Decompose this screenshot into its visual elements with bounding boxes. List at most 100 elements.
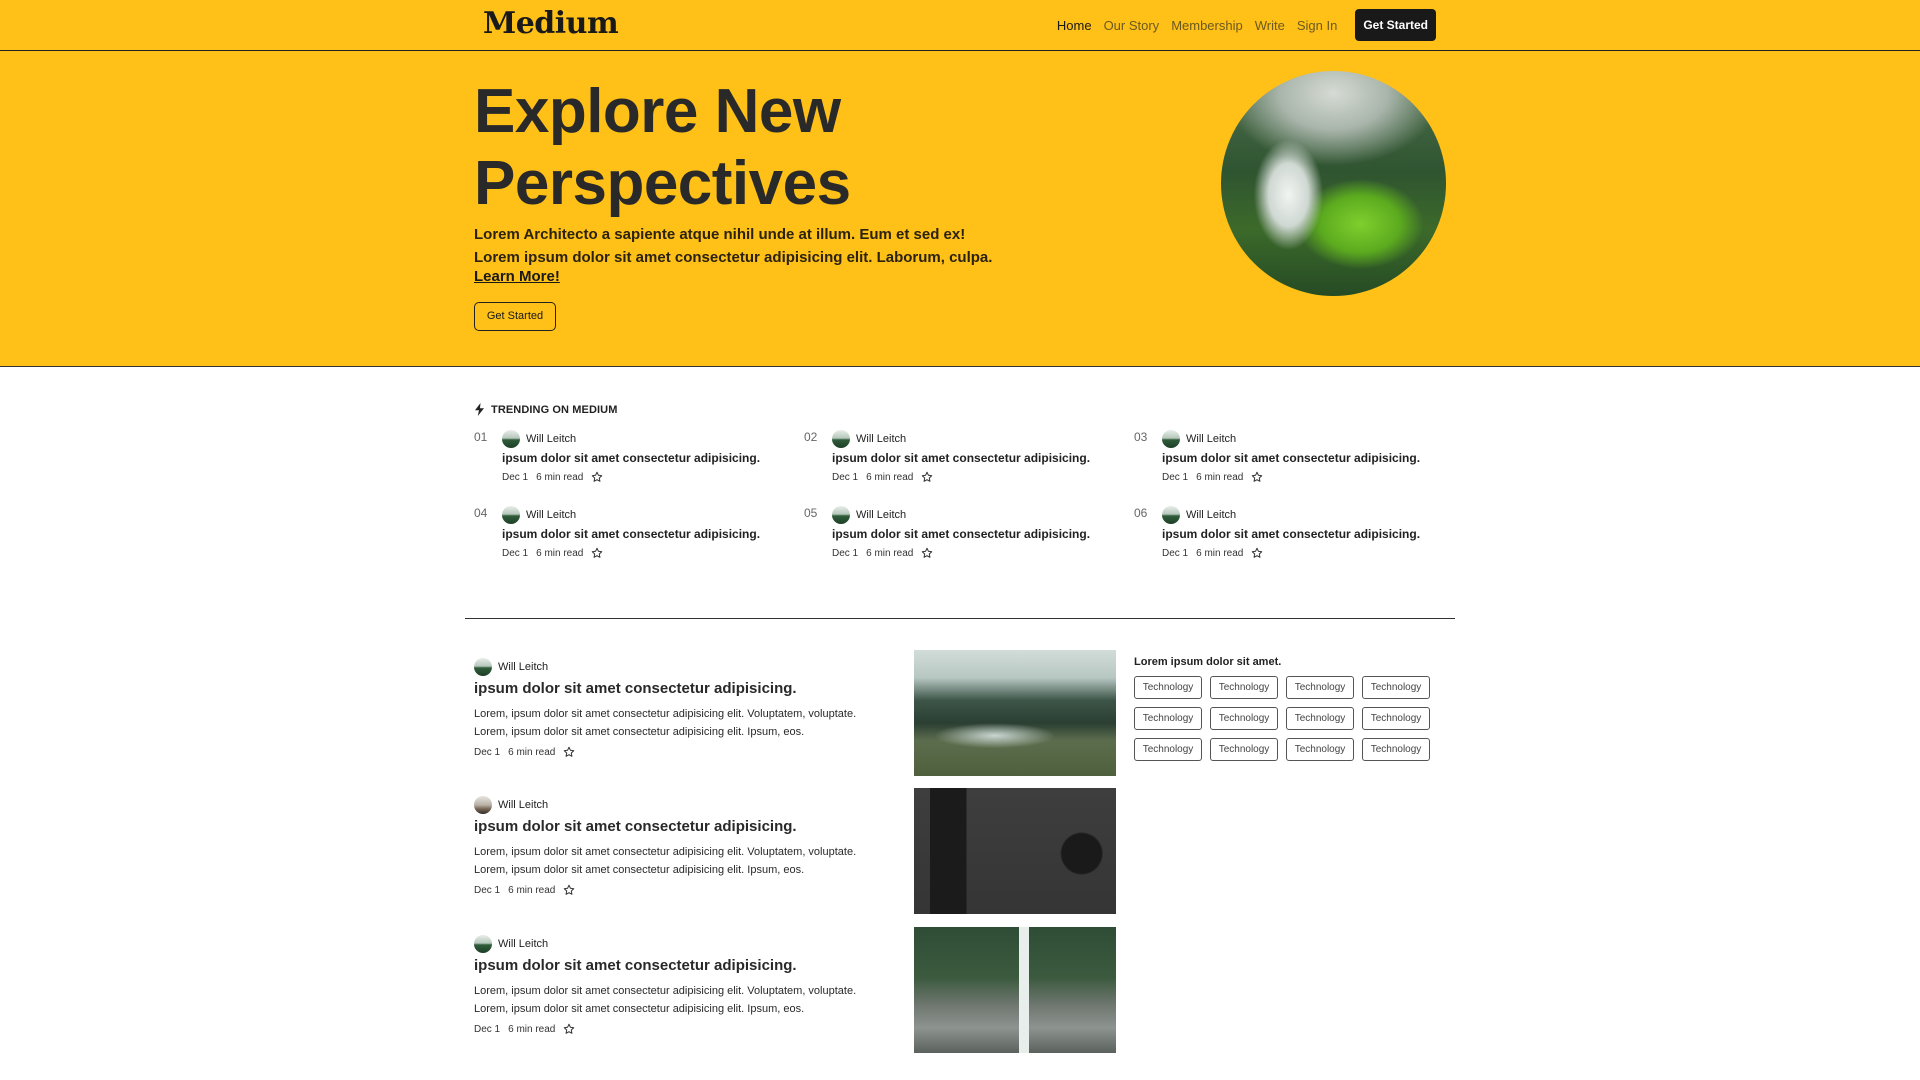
- read-time: 6 min read: [508, 1023, 556, 1035]
- trending-rank: 06: [1134, 506, 1148, 520]
- author-row: Will Leitch: [832, 430, 1102, 448]
- nav-write[interactable]: Write: [1255, 18, 1285, 33]
- tag-chip[interactable]: Technology: [1286, 738, 1354, 761]
- bookmark-star-icon[interactable]: [563, 746, 575, 758]
- trending-title[interactable]: ipsum dolor sit amet consectetur adipisi…: [502, 451, 772, 465]
- tag-chip[interactable]: Technology: [1134, 676, 1202, 699]
- avatar[interactable]: [1162, 506, 1180, 524]
- author-name[interactable]: Will Leitch: [1186, 509, 1236, 521]
- article-description-line: Lorem, ipsum dolor sit amet consectetur …: [474, 846, 857, 858]
- avatar[interactable]: [1162, 430, 1180, 448]
- hero-title: Explore New Perspectives: [474, 77, 851, 218]
- hero-get-started-button[interactable]: Get Started: [474, 302, 556, 331]
- top-navbar: Medium Home Our Story Membership Write S…: [0, 0, 1920, 51]
- article-description-line: Lorem, ipsum dolor sit amet consectetur …: [474, 708, 857, 720]
- trending-label: TRENDING ON MEDIUM: [491, 403, 618, 416]
- read-time: 6 min read: [508, 746, 556, 758]
- tag-chip[interactable]: Technology: [1362, 707, 1430, 730]
- post-date: Dec 1: [474, 1023, 501, 1035]
- tag-chip[interactable]: Technology: [1210, 738, 1278, 761]
- main-nav: Home Our Story Membership Write Sign In …: [1045, 9, 1436, 41]
- trending-title[interactable]: ipsum dolor sit amet consectetur adipisi…: [1162, 527, 1432, 541]
- bookmark-star-icon[interactable]: [921, 471, 933, 483]
- author-name[interactable]: Will Leitch: [498, 799, 548, 811]
- trending-rank: 04: [474, 506, 488, 520]
- post-meta: Dec 1 6 min read: [502, 547, 772, 559]
- nav-sign-in[interactable]: Sign In: [1297, 18, 1337, 33]
- read-time: 6 min read: [866, 471, 914, 483]
- article-title[interactable]: ipsum dolor sit amet consectetur adipisi…: [474, 680, 797, 697]
- post-date: Dec 1: [502, 471, 529, 483]
- avatar[interactable]: [502, 430, 520, 448]
- bookmark-star-icon[interactable]: [563, 1023, 575, 1035]
- avatar[interactable]: [474, 658, 492, 676]
- avatar[interactable]: [474, 796, 492, 814]
- avatar[interactable]: [832, 506, 850, 524]
- waterfall-rocks-photo[interactable]: [914, 927, 1116, 1053]
- trending-title[interactable]: ipsum dolor sit amet consectetur adipisi…: [502, 527, 772, 541]
- post-date: Dec 1: [1162, 547, 1189, 559]
- bookmark-star-icon[interactable]: [591, 547, 603, 559]
- article-title[interactable]: ipsum dolor sit amet consectetur adipisi…: [474, 818, 797, 835]
- author-name[interactable]: Will Leitch: [856, 433, 906, 445]
- article-card[interactable]: Will Leitch ipsum dolor sit amet consecte…: [474, 927, 1116, 1061]
- avatar[interactable]: [502, 506, 520, 524]
- article-description-line: Lorem, ipsum dolor sit amet consectetur …: [474, 864, 805, 876]
- bookmark-star-icon[interactable]: [563, 884, 575, 896]
- article-description: Lorem, ipsum dolor sit amet consectetur …: [474, 705, 914, 741]
- bookmark-star-icon[interactable]: [591, 471, 603, 483]
- post-meta: Dec 1 6 min read: [474, 746, 575, 758]
- author-name[interactable]: Will Leitch: [526, 433, 576, 445]
- author-name[interactable]: Will Leitch: [1186, 433, 1236, 445]
- hero-text-line: Lorem Architecto a sapiente atque nihil …: [474, 226, 966, 243]
- bookmark-star-icon[interactable]: [1251, 471, 1263, 483]
- section-divider: [465, 618, 1455, 619]
- tag-chip[interactable]: Technology: [1286, 676, 1354, 699]
- get-started-button[interactable]: Get Started: [1355, 9, 1436, 41]
- trending-rank: 05: [804, 506, 818, 520]
- article-card[interactable]: Will Leitch ipsum dolor sit amet consecte…: [474, 650, 1116, 784]
- trending-rank: 01: [474, 430, 488, 444]
- bookmark-star-icon[interactable]: [1251, 547, 1263, 559]
- trending-title[interactable]: ipsum dolor sit amet consectetur adipisi…: [1162, 451, 1432, 465]
- learn-more-link[interactable]: Learn More!: [474, 268, 560, 285]
- tag-chip[interactable]: Technology: [1286, 707, 1354, 730]
- trending-heading: TRENDING ON MEDIUM: [474, 403, 617, 416]
- trending-body: Will Leitch ipsum dolor sit amet consecte…: [502, 430, 772, 483]
- flatlay-gadgets-photo[interactable]: [914, 788, 1116, 914]
- nav-membership[interactable]: Membership: [1171, 18, 1243, 33]
- read-time: 6 min read: [536, 471, 584, 483]
- hero-section: Explore New Perspectives Lorem Architect…: [0, 51, 1920, 367]
- post-date: Dec 1: [1162, 471, 1189, 483]
- tag-chip[interactable]: Technology: [1134, 738, 1202, 761]
- avatar[interactable]: [474, 935, 492, 953]
- post-meta: Dec 1 6 min read: [1162, 547, 1432, 559]
- nav-our-story[interactable]: Our Story: [1104, 18, 1160, 33]
- author-name[interactable]: Will Leitch: [526, 509, 576, 521]
- article-title[interactable]: ipsum dolor sit amet consectetur adipisi…: [474, 957, 797, 974]
- hero-text: Lorem Architecto a sapiente atque nihil …: [474, 223, 994, 269]
- read-time: 6 min read: [866, 547, 914, 559]
- author-row: Will Leitch: [1162, 506, 1432, 524]
- trending-title[interactable]: ipsum dolor sit amet consectetur adipisi…: [832, 527, 1102, 541]
- forest-river-photo[interactable]: [914, 650, 1116, 776]
- author-name[interactable]: Will Leitch: [498, 938, 548, 950]
- post-meta: Dec 1 6 min read: [832, 471, 1102, 483]
- nav-home[interactable]: Home: [1057, 18, 1092, 33]
- author-name[interactable]: Will Leitch: [856, 509, 906, 521]
- trending-title[interactable]: ipsum dolor sit amet consectetur adipisi…: [832, 451, 1102, 465]
- bookmark-star-icon[interactable]: [921, 547, 933, 559]
- trending-body: Will Leitch ipsum dolor sit amet consecte…: [502, 506, 772, 559]
- author-row: Will Leitch: [502, 506, 772, 524]
- tag-chip[interactable]: Technology: [1362, 676, 1430, 699]
- article-card[interactable]: Will Leitch ipsum dolor sit amet consecte…: [474, 788, 1116, 922]
- avatar[interactable]: [832, 430, 850, 448]
- tag-chip[interactable]: Technology: [1210, 676, 1278, 699]
- tag-chip[interactable]: Technology: [1362, 738, 1430, 761]
- article-description: Lorem, ipsum dolor sit amet consectetur …: [474, 982, 914, 1018]
- author-name[interactable]: Will Leitch: [498, 661, 548, 673]
- tag-chip[interactable]: Technology: [1210, 707, 1278, 730]
- medium-logo[interactable]: Medium: [483, 6, 619, 41]
- post-meta: Dec 1 6 min read: [832, 547, 1102, 559]
- tag-chip[interactable]: Technology: [1134, 707, 1202, 730]
